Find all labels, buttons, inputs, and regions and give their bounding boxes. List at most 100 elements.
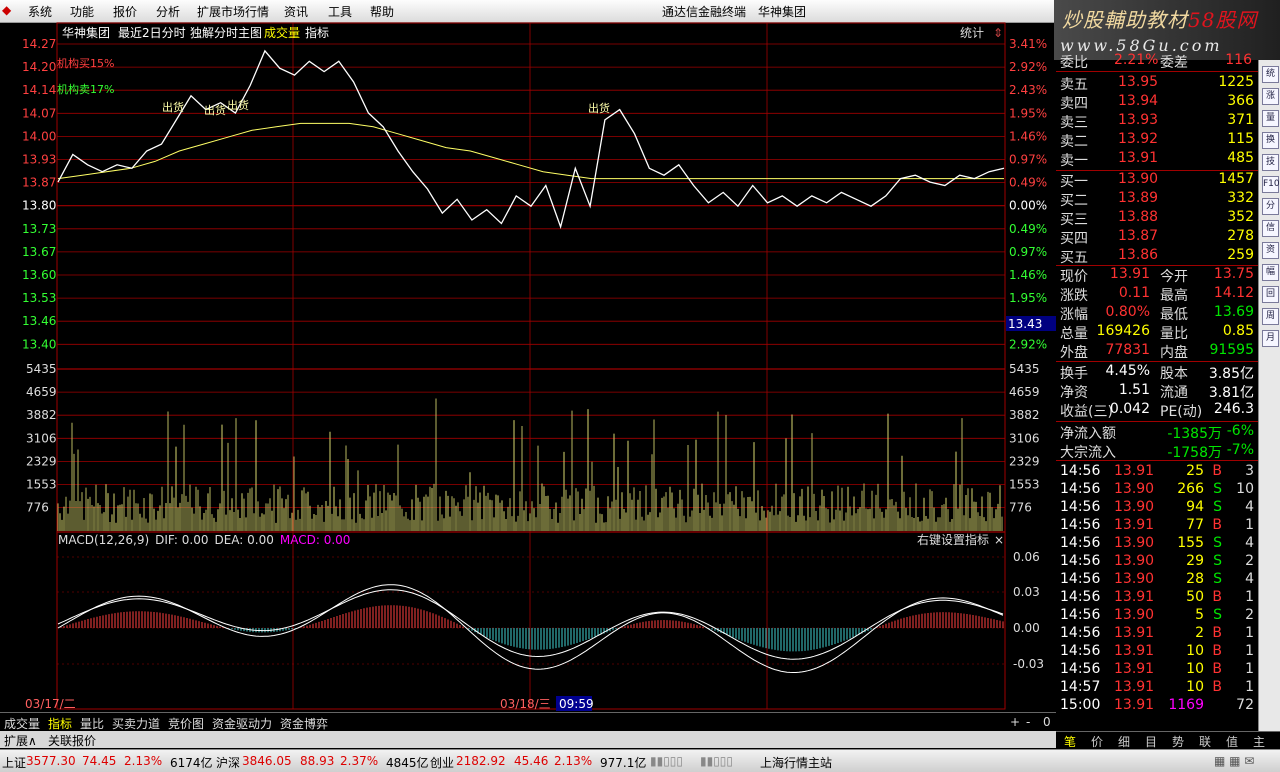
tick-count: 1 — [1245, 589, 1254, 605]
detail-tab[interactable]: 主 — [1253, 733, 1265, 750]
menu-analysis[interactable]: 分析 — [156, 3, 180, 20]
server-site-label[interactable]: 上海行情主站 — [760, 754, 832, 771]
tab-volume-ratio[interactable]: 量比 — [80, 715, 104, 732]
tab-volume[interactable]: 成交量 — [4, 715, 40, 732]
sell-level-volume: 115 — [1227, 131, 1254, 147]
quote-stat-row[interactable]: 换手 4.45% 股本 3.85亿 — [1056, 363, 1258, 382]
detail-tab[interactable]: 联 — [1199, 733, 1211, 750]
detail-tab[interactable]: 笔 — [1064, 733, 1076, 750]
buy-level-row[interactable]: 买二 13.89 332 — [1056, 190, 1258, 209]
week-icon[interactable]: 周 — [1262, 308, 1279, 325]
zoom-in-button[interactable]: + — [1010, 715, 1020, 729]
sell-level-row[interactable]: 卖二 13.92 115 — [1056, 131, 1258, 150]
stats-button[interactable]: 统计 — [960, 26, 984, 40]
tab-indicator[interactable]: 指标 — [48, 715, 72, 732]
detail-tab[interactable]: 目 — [1145, 733, 1157, 750]
tick-row[interactable]: 14:56 13.91 25 B 3 — [1056, 463, 1258, 482]
chart-period[interactable]: 最近2日分时 — [118, 26, 186, 40]
tick-count: 2 — [1245, 553, 1254, 569]
buy-level-row[interactable]: 买一 13.90 1457 — [1056, 171, 1258, 190]
info-icon[interactable]: 信 — [1262, 220, 1279, 237]
sell-level-row[interactable]: 卖五 13.95 1225 — [1056, 74, 1258, 93]
buy-level-row[interactable]: 买四 13.87 278 — [1056, 228, 1258, 247]
status-tray-icons[interactable]: ▦ ▦ ✉ — [1214, 754, 1254, 768]
quote-stat-row[interactable]: 现价 13.91 今开 13.75 — [1056, 266, 1258, 285]
menu-system[interactable]: 系统 — [28, 3, 52, 20]
app-logo-icon[interactable]: ◆ — [2, 3, 11, 17]
quote-stat-row[interactable]: 涨跌 0.11 最高 14.12 — [1056, 285, 1258, 304]
quote-stat-row[interactable]: 外盘 77831 内盘 91595 — [1056, 342, 1258, 361]
month-icon[interactable]: 月 — [1262, 330, 1279, 347]
brand-text: 炒股輔助教材58股网 — [1062, 8, 1258, 32]
chart-indicator-index[interactable]: 指标 — [305, 25, 329, 40]
tick-row[interactable]: 14:56 13.90 266 S 10 — [1056, 481, 1258, 500]
intraday-chart[interactable]: 14.27 14.20 14.14 14.07 14.00 13.93 13.87 13.80… — [0, 22, 1056, 712]
tab-auction-chart[interactable]: 竞价图 — [168, 715, 204, 732]
tick-row[interactable]: 14:56 13.91 2 B 1 — [1056, 625, 1258, 644]
tab-extend[interactable]: 扩展∧ — [4, 732, 37, 749]
amplitude-icon[interactable]: 幅 — [1262, 264, 1279, 281]
sell-level-label: 卖二 — [1060, 134, 1088, 150]
fund-icon[interactable]: 资 — [1262, 242, 1279, 259]
tab-related-quote[interactable]: 关联报价 — [48, 732, 96, 749]
stat-label-2: 量比 — [1160, 326, 1188, 342]
tick-row[interactable]: 14:56 13.91 10 B 1 — [1056, 661, 1258, 680]
indicator-settings-hint[interactable]: 右键设置指标 — [917, 532, 989, 547]
tab-fund-game[interactable]: 资金博弈 — [280, 715, 328, 732]
menu-help[interactable]: 帮助 — [370, 3, 394, 20]
chart-scroll-icon[interactable]: ⇕ — [993, 26, 1003, 40]
tick-row[interactable]: 14:56 13.91 77 B 1 — [1056, 517, 1258, 536]
statistics-icon[interactable]: 统 — [1262, 66, 1279, 83]
tick-row[interactable]: 14:56 13.90 28 S 4 — [1056, 571, 1258, 590]
detail-tab[interactable]: 细 — [1118, 733, 1130, 750]
menu-extended-market[interactable]: 扩展市场行情 — [197, 3, 269, 20]
detail-tab[interactable]: 值 — [1226, 733, 1238, 750]
tick-side: B — [1212, 517, 1222, 533]
tick-row[interactable]: 14:56 13.90 29 S 2 — [1056, 553, 1258, 572]
detail-tab[interactable]: 价 — [1091, 733, 1103, 750]
tick-row[interactable]: 14:56 13.91 50 B 1 — [1056, 589, 1258, 608]
tick-row[interactable]: 14:56 13.90 155 S 4 — [1056, 535, 1258, 554]
zoom-out-button[interactable]: - — [1026, 715, 1030, 729]
detail-tab[interactable]: 势 — [1172, 733, 1184, 750]
fund-flow-row[interactable]: 大宗流入 -1758万 -7% — [1056, 442, 1258, 461]
close-icon[interactable]: × — [994, 533, 1004, 547]
chart-indicator-volume[interactable]: 成交量 — [264, 25, 300, 40]
tick-row[interactable]: 14:56 13.91 10 B 1 — [1056, 643, 1258, 662]
tick-row[interactable]: 15:00 13.91 1169 72 — [1056, 697, 1258, 716]
chart-mode[interactable]: 独解分时主图 — [190, 26, 262, 40]
buy-level-row[interactable]: 买三 13.88 352 — [1056, 209, 1258, 228]
quote-stat-row[interactable]: 总量 169426 量比 0.85 — [1056, 323, 1258, 342]
buy-level-row[interactable]: 买五 13.86 259 — [1056, 247, 1258, 266]
menu-quote[interactable]: 报价 — [113, 3, 137, 20]
average-price-line — [57, 122, 1004, 180]
tab-fund-drive[interactable]: 资金驱动力 — [212, 715, 272, 732]
reset-button[interactable]: 0 — [1043, 715, 1051, 729]
back-icon[interactable]: 回 — [1262, 286, 1279, 303]
split-icon[interactable]: 分 — [1262, 198, 1279, 215]
tick-row[interactable]: 14:56 13.90 5 S 2 — [1056, 607, 1258, 626]
menu-news[interactable]: 资讯 — [284, 3, 308, 20]
sell-level-row[interactable]: 卖四 13.94 366 — [1056, 93, 1258, 112]
rise-icon[interactable]: 涨 — [1262, 88, 1279, 105]
fund-flow-row[interactable]: 净流入额 -1385万 -6% — [1056, 423, 1258, 442]
sell-level-label: 卖五 — [1060, 77, 1088, 93]
quote-stat-row[interactable]: 涨幅 0.80% 最低 13.69 — [1056, 304, 1258, 323]
quote-stat-row[interactable]: 收益(三) 0.042 PE(动) 246.3 — [1056, 401, 1258, 420]
technical-icon[interactable]: 技 — [1262, 154, 1279, 171]
tick-row[interactable]: 14:56 13.90 94 S 4 — [1056, 499, 1258, 518]
f10-icon[interactable]: F10 — [1262, 176, 1280, 193]
menu-function[interactable]: 功能 — [70, 3, 94, 20]
sell-level-row[interactable]: 卖三 13.93 371 — [1056, 112, 1258, 131]
tick-side: B — [1212, 643, 1222, 659]
tab-buy-sell-force[interactable]: 买卖力道 — [112, 715, 160, 732]
sell-level-row[interactable]: 卖一 13.91 485 — [1056, 150, 1258, 169]
sz-index-change: 88.93 — [300, 754, 335, 768]
buy-level-label: 买一 — [1060, 174, 1088, 190]
menu-tools[interactable]: 工具 — [328, 3, 352, 20]
quote-stat-row[interactable]: 净资 1.51 流通 3.81亿 — [1056, 382, 1258, 401]
volume-icon[interactable]: 量 — [1262, 110, 1279, 127]
tick-row[interactable]: 14:57 13.91 10 B 1 — [1056, 679, 1258, 698]
turnover-icon[interactable]: 换 — [1262, 132, 1279, 149]
stat-value-2: 91595 — [1209, 342, 1254, 358]
